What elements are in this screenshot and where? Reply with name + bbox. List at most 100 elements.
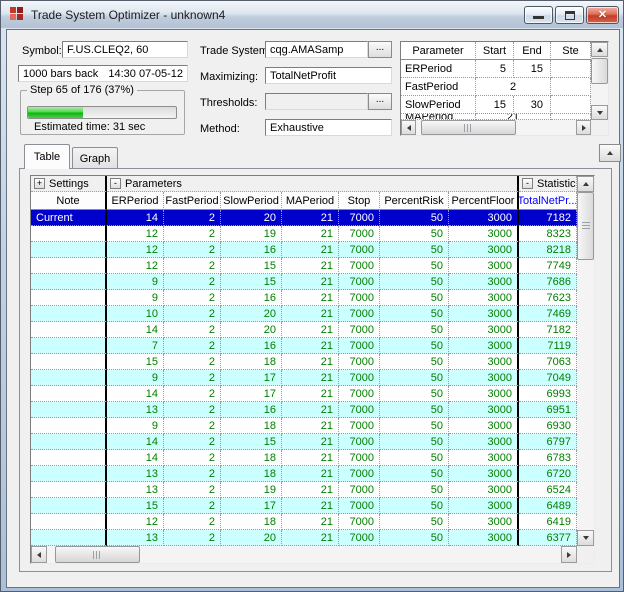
titlebar[interactable]: Trade System Optimizer - unknown4 ✕ — [1, 1, 623, 28]
group-collapse-button[interactable]: - — [110, 178, 121, 189]
column-header-percentrisk[interactable]: PercentRisk — [380, 192, 449, 210]
table-row[interactable]: 92172170005030007049 — [31, 370, 577, 386]
table-row[interactable]: 142202170005030007182 — [31, 322, 577, 338]
column-header-erperiod[interactable]: ERPeriod — [107, 192, 164, 210]
param-column-header-start[interactable]: Start — [476, 42, 514, 60]
table-row[interactable]: 132202170005030006377 — [31, 530, 577, 546]
table-row[interactable]: 142172170005030006993 — [31, 386, 577, 402]
table-row[interactable]: 122162170005030008218 — [31, 242, 577, 258]
maximizing-field[interactable]: TotalNetProfit — [265, 67, 392, 84]
scrollbar-track[interactable] — [577, 192, 594, 530]
group-collapse-button[interactable]: - — [522, 178, 533, 189]
table-row[interactable]: 132182170005030006720 — [31, 466, 577, 482]
value-cell: 7000 — [339, 450, 380, 466]
param-row[interactable]: ERPeriod515 — [401, 60, 591, 78]
param-merged-value-cell[interactable]: 2 — [476, 78, 551, 96]
param-column-header-end[interactable]: End — [514, 42, 551, 60]
table-row[interactable]: 102202170005030007469 — [31, 306, 577, 322]
param-name-cell[interactable]: SlowPeriod — [401, 96, 476, 114]
tab-table[interactable]: Table — [24, 144, 70, 169]
scroll-left-button[interactable] — [31, 546, 47, 563]
scroll-right-button[interactable] — [576, 120, 591, 135]
scrollbar-track[interactable] — [591, 57, 608, 105]
table-row[interactable]: 72162170005030007119 — [31, 338, 577, 354]
panel-collapse-up-button[interactable] — [599, 144, 621, 162]
param-step-cell[interactable] — [551, 96, 591, 114]
table-row[interactable]: Current142202170005030007182 — [31, 210, 577, 226]
table-row[interactable]: 132162170005030006951 — [31, 402, 577, 418]
scroll-down-button[interactable] — [577, 530, 594, 546]
scrollbar-thumb[interactable] — [577, 192, 594, 260]
column-header-fastperiod[interactable]: FastPeriod — [164, 192, 221, 210]
column-header-slowperiod[interactable]: SlowPeriod — [221, 192, 282, 210]
param-row[interactable]: FastPeriod2 — [401, 78, 591, 96]
scrollbar-track[interactable] — [416, 120, 576, 135]
column-header-stop[interactable]: Stop — [339, 192, 380, 210]
param-end-cell[interactable]: 30 — [514, 96, 551, 114]
minimize-button[interactable] — [524, 6, 553, 24]
scroll-left-button[interactable] — [401, 120, 416, 135]
param-name-cell[interactable]: FastPeriod — [401, 78, 476, 96]
table-row[interactable]: 142152170005030006797 — [31, 434, 577, 450]
param-start-cell[interactable]: 15 — [476, 96, 514, 114]
trade-system-field[interactable]: cqg.AMASamp — [265, 41, 368, 58]
scroll-down-button[interactable] — [591, 105, 608, 120]
note-cell — [31, 482, 107, 498]
method-field[interactable]: Exhaustive — [265, 119, 392, 136]
param-column-header-parameter[interactable]: Parameter — [401, 42, 476, 60]
value-cell: 7000 — [339, 306, 380, 322]
trade-system-browse-button[interactable]: ... — [368, 41, 392, 58]
value-cell: 50 — [380, 306, 449, 322]
scroll-up-button[interactable] — [591, 42, 608, 57]
value-cell: 20 — [221, 322, 282, 338]
value-cell: 12 — [107, 226, 164, 242]
table-row[interactable]: 122182170005030006419 — [31, 514, 577, 530]
window-title: Trade System Optimizer - unknown4 — [31, 8, 225, 22]
thresholds-field[interactable] — [265, 93, 368, 110]
maximize-button[interactable] — [555, 6, 584, 24]
close-button[interactable]: ✕ — [586, 6, 619, 24]
note-cell — [31, 370, 107, 386]
table-row[interactable]: 122152170005030007749 — [31, 258, 577, 274]
table-row[interactable]: 92152170005030007686 — [31, 274, 577, 290]
column-header-maperiod[interactable]: MAPeriod — [282, 192, 339, 210]
param-grid-horizontal-scrollbar[interactable] — [401, 120, 608, 135]
table-row[interactable]: 92182170005030006930 — [31, 418, 577, 434]
param-end-cell[interactable]: 15 — [514, 60, 551, 78]
scrollbar-track[interactable] — [47, 546, 561, 563]
column-header-percentfloor[interactable]: PercentFloor — [449, 192, 519, 210]
table-row[interactable]: 132192170005030006524 — [31, 482, 577, 498]
arrow-left-icon — [34, 552, 41, 558]
value-cell: 50 — [380, 386, 449, 402]
param-row[interactable]: SlowPeriod1530 — [401, 96, 591, 114]
param-start-cell[interactable]: 5 — [476, 60, 514, 78]
scroll-up-button[interactable] — [577, 176, 594, 192]
scrollbar-thumb[interactable] — [55, 546, 140, 563]
param-name-cell[interactable]: ERPeriod — [401, 60, 476, 78]
value-cell: 2 — [164, 386, 221, 402]
thresholds-browse-button[interactable]: ... — [368, 93, 392, 110]
table-row[interactable]: 142182170005030006783 — [31, 450, 577, 466]
column-header-note[interactable]: Note — [31, 192, 107, 210]
bars-back-field[interactable]: 1000 bars back 14:30 07-05-12 — [18, 65, 188, 82]
table-row[interactable]: 92162170005030007623 — [31, 290, 577, 306]
column-header-totalnetpr[interactable]: TotalNetPr... — [519, 192, 577, 210]
results-horizontal-scrollbar[interactable] — [31, 546, 594, 563]
param-step-cell[interactable] — [551, 60, 591, 78]
value-cell: 50 — [380, 402, 449, 418]
table-row[interactable]: 122192170005030008323 — [31, 226, 577, 242]
value-cell: 2 — [164, 354, 221, 370]
value-cell: 7000 — [339, 274, 380, 290]
table-row[interactable]: 152172170005030006489 — [31, 498, 577, 514]
param-step-cell[interactable] — [551, 78, 591, 96]
results-vertical-scrollbar[interactable] — [577, 176, 594, 546]
table-row[interactable]: 152182170005030007063 — [31, 354, 577, 370]
param-grid-vertical-scrollbar[interactable] — [591, 42, 608, 120]
param-column-header-ste[interactable]: Ste — [551, 42, 591, 60]
symbol-field[interactable]: F.US.CLEQ2, 60 — [62, 41, 188, 58]
scrollbar-thumb[interactable] — [591, 58, 608, 84]
scroll-right-button[interactable] — [561, 546, 577, 563]
group-expand-button[interactable]: + — [34, 178, 45, 189]
tab-graph[interactable]: Graph — [72, 147, 118, 169]
scrollbar-thumb[interactable] — [421, 120, 516, 135]
